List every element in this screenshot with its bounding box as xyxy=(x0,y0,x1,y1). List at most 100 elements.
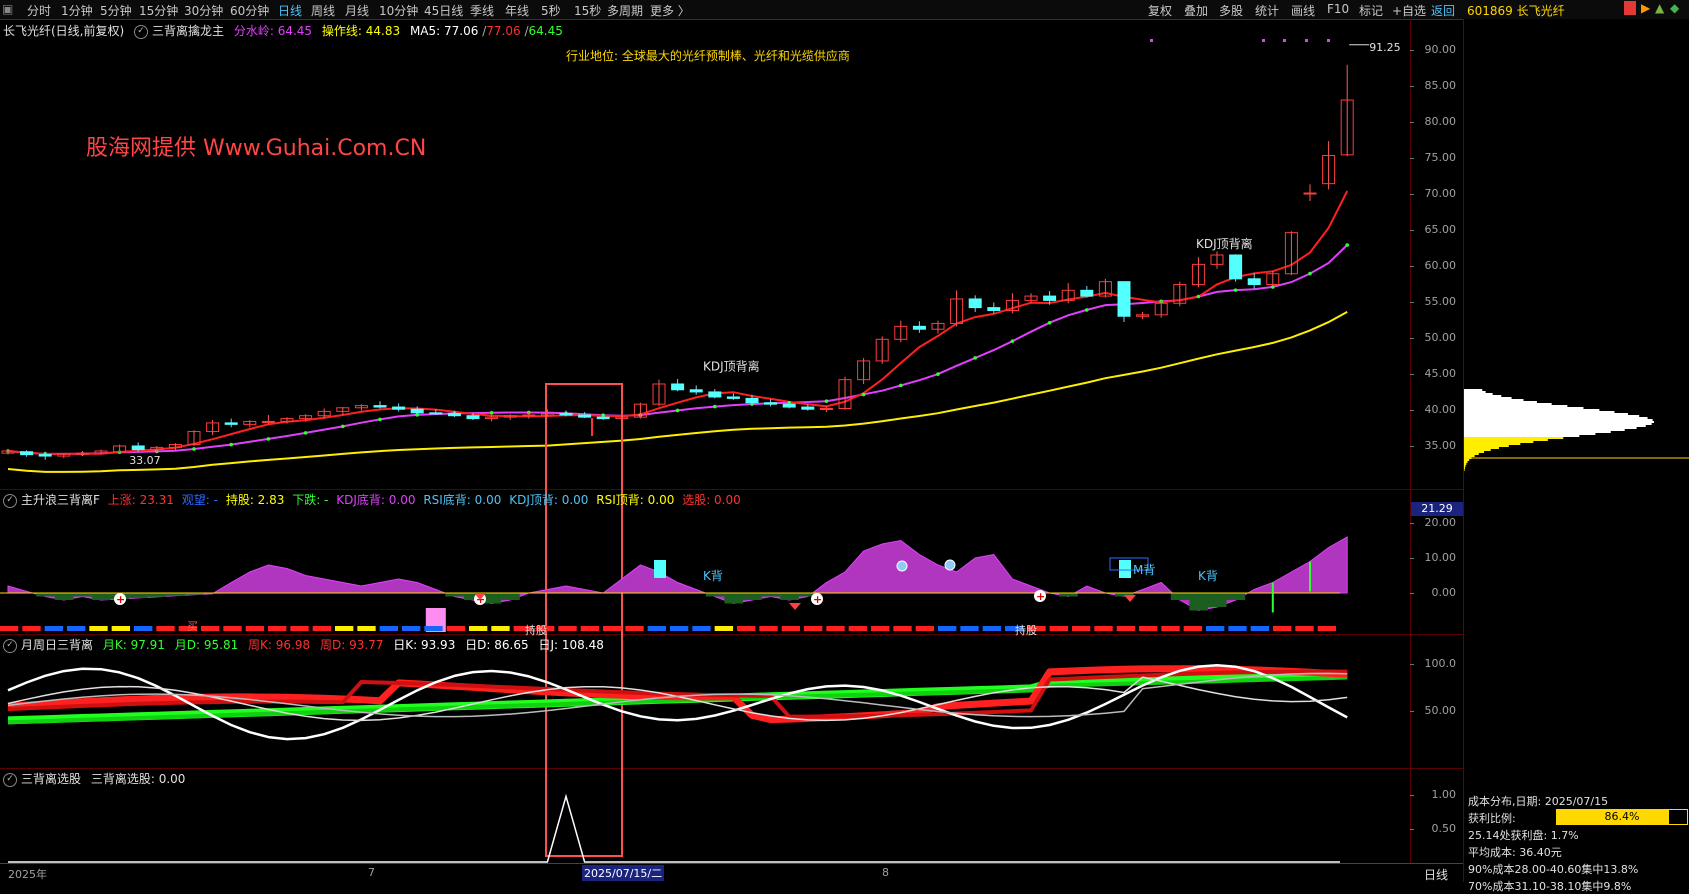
candle-body xyxy=(578,414,592,418)
panel4-indicator-name: 三背离选股 xyxy=(21,772,82,786)
state-strip-segment xyxy=(446,626,465,631)
state-strip-segment xyxy=(737,626,756,631)
state-strip-segment xyxy=(603,626,622,631)
time-axis-label: 7 xyxy=(368,866,375,879)
candle-body xyxy=(1080,289,1094,297)
indicator-menu-icon[interactable]: ✓ xyxy=(3,638,17,653)
chip-bar xyxy=(1464,451,1485,453)
decline-bar xyxy=(36,593,55,597)
chip-bar xyxy=(1464,391,1486,393)
average-cost: 平均成本: 36.40元 xyxy=(1468,846,1562,859)
decline-bar xyxy=(147,593,167,597)
state-strip-segment xyxy=(379,626,398,631)
candle-body xyxy=(1247,278,1261,286)
candle-body xyxy=(131,445,145,451)
watershed-dot xyxy=(489,410,494,415)
chip-bar xyxy=(1464,389,1483,391)
state-strip-segment xyxy=(491,626,510,631)
legend-item: 下跌: - xyxy=(292,493,329,507)
plus-icon: + xyxy=(1036,590,1045,603)
panel4-axis-label: 0.50 xyxy=(1431,821,1457,835)
buy-label: 买 xyxy=(187,620,198,633)
panel2-axis-label: 10.00 xyxy=(1424,551,1457,564)
candle-body xyxy=(782,403,796,408)
time-axis-label: 2025年 xyxy=(8,868,47,881)
legend-item: 上涨: 23.31 xyxy=(107,493,174,507)
state-strip-segment xyxy=(335,626,354,631)
state-strip-segment xyxy=(625,626,644,631)
price-axis-label: 65.00 xyxy=(1424,222,1457,236)
chip-bar xyxy=(1464,395,1502,397)
selection-line xyxy=(8,793,1340,863)
decline-bar xyxy=(445,593,464,597)
watershed-dot xyxy=(824,399,829,403)
kdj-divergence-label: KDJ顶背离 xyxy=(1196,236,1253,251)
state-strip-segment xyxy=(871,626,890,631)
price-axis-label: 55.00 xyxy=(1424,294,1457,308)
chip-bar xyxy=(1464,425,1646,427)
state-strip-segment xyxy=(960,626,979,631)
indicator-menu-icon[interactable]: ✓ xyxy=(3,772,17,787)
state-strip-segment xyxy=(1295,626,1314,631)
diamond-icon xyxy=(1124,595,1136,602)
price-axis-label: 50.00 xyxy=(1424,330,1457,344)
chip-bar xyxy=(1464,443,1521,445)
watershed-dot xyxy=(303,431,308,435)
chip-bar xyxy=(1464,407,1584,409)
price-axis-label: 85.00 xyxy=(1424,78,1457,92)
decline-bar xyxy=(1059,593,1078,597)
profit-ratio-label: 获利比例: xyxy=(1468,812,1516,825)
state-strip-segment xyxy=(759,626,778,631)
candle-body xyxy=(1303,192,1317,195)
watershed-dot xyxy=(1345,243,1349,247)
watershed-dot xyxy=(675,408,680,413)
hold-label: 持股 xyxy=(1015,623,1037,637)
state-strip-segment xyxy=(826,626,845,631)
candle-body xyxy=(392,406,406,410)
concentration-70: 70%成本31.10-38.10集中9.8% xyxy=(1468,880,1632,893)
legend-item: RSI顶背: 0.00 xyxy=(596,493,675,507)
watershed-dot xyxy=(973,356,977,360)
cup-icon xyxy=(944,559,956,571)
state-strip-segment xyxy=(670,626,689,631)
plus-icon: + xyxy=(813,593,822,606)
chip-bar xyxy=(1464,461,1468,463)
indicator-menu-icon[interactable]: ✓ xyxy=(3,493,17,508)
candle-body xyxy=(968,298,982,309)
period-tab[interactable]: 日线 xyxy=(1424,866,1448,883)
chip-bar xyxy=(1464,413,1628,415)
candle-body xyxy=(801,406,815,410)
chip-bar xyxy=(1464,433,1596,435)
signal-dot xyxy=(1327,39,1330,42)
y-tick xyxy=(1410,193,1414,195)
candle-body xyxy=(819,407,833,410)
cost-title: 成本分布,日期: 2025/07/15 xyxy=(1468,795,1609,808)
state-strip-segment xyxy=(1273,626,1292,631)
chip-bar xyxy=(1464,415,1640,417)
divergence-block xyxy=(654,560,666,578)
watershed-dot xyxy=(1047,320,1052,325)
y-tick xyxy=(1410,229,1414,231)
chip-bar xyxy=(1464,397,1512,399)
decline-bar xyxy=(705,593,725,597)
watershed-dot xyxy=(936,372,940,376)
decline-bar xyxy=(1226,593,1246,600)
chip-bar xyxy=(1464,453,1479,455)
state-strip-segment xyxy=(1317,626,1336,631)
y-tick xyxy=(1410,121,1414,123)
decline-bar xyxy=(1208,593,1227,607)
panel2-axis-label: 0.00 xyxy=(1431,586,1457,599)
chip-bar xyxy=(1464,437,1564,439)
state-strip-segment xyxy=(915,626,934,631)
decline-bar xyxy=(501,593,520,600)
state-strip-segment xyxy=(1072,626,1091,631)
y-tick xyxy=(1410,828,1414,830)
panel3-axis-label: 50.00 xyxy=(1424,704,1457,717)
crosshair-date-label: 2025/07/15/二 xyxy=(582,865,665,881)
low-price-label: 33.07 xyxy=(129,454,161,467)
chip-bar xyxy=(1464,447,1499,449)
state-strip-segment xyxy=(469,626,488,631)
y-tick xyxy=(1410,593,1414,594)
candle-body xyxy=(466,415,480,420)
watershed-dot xyxy=(1010,339,1015,343)
